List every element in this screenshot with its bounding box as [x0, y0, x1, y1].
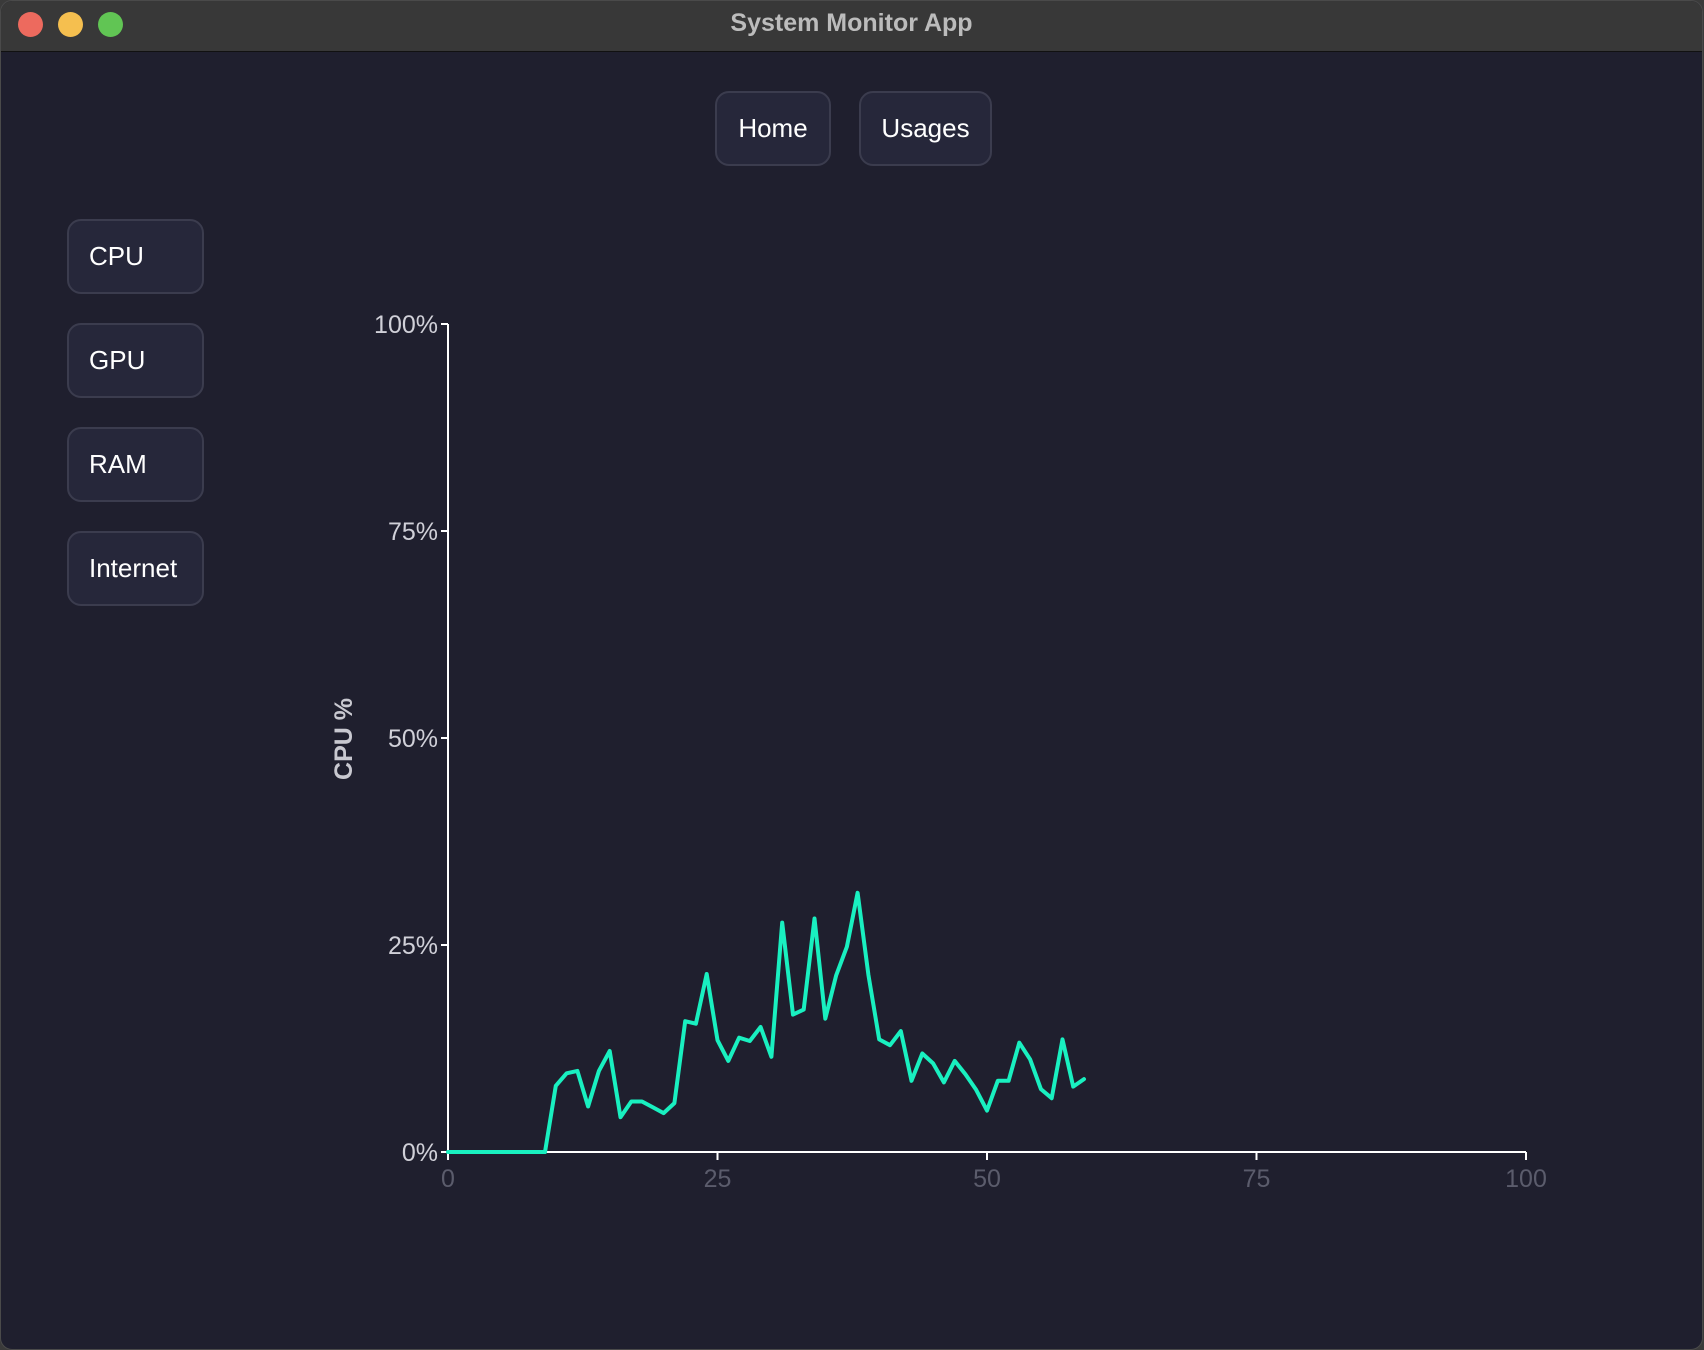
- y-axis-label: CPU %: [330, 698, 358, 780]
- y-tick-label: 25%: [388, 932, 438, 960]
- x-axis-ticks: 0 25 50 75 100: [441, 1152, 1547, 1193]
- x-tick-label: 75: [1243, 1165, 1271, 1193]
- y-tick-label: 75%: [388, 518, 438, 546]
- x-tick-label: 0: [441, 1165, 455, 1193]
- chart-axes: [447, 324, 1526, 1153]
- y-tick-label: 100%: [374, 311, 438, 339]
- y-axis-ticks: 0% 25% 50% 75% 100%: [374, 311, 448, 1167]
- x-tick-label: 25: [704, 1165, 732, 1193]
- app-window: System Monitor App Home Usages CPU GPU R…: [0, 0, 1703, 1350]
- x-tick-label: 100: [1505, 1165, 1547, 1193]
- x-tick-label: 50: [973, 1165, 1001, 1193]
- y-tick-label: 0%: [402, 1139, 438, 1167]
- cpu-usage-chart: 0% 25% 50% 75% 100% 0 25 50 75 100 CPU %: [330, 311, 1547, 1193]
- cpu-series-line: [446, 890, 1086, 1154]
- y-tick-label: 50%: [388, 725, 438, 753]
